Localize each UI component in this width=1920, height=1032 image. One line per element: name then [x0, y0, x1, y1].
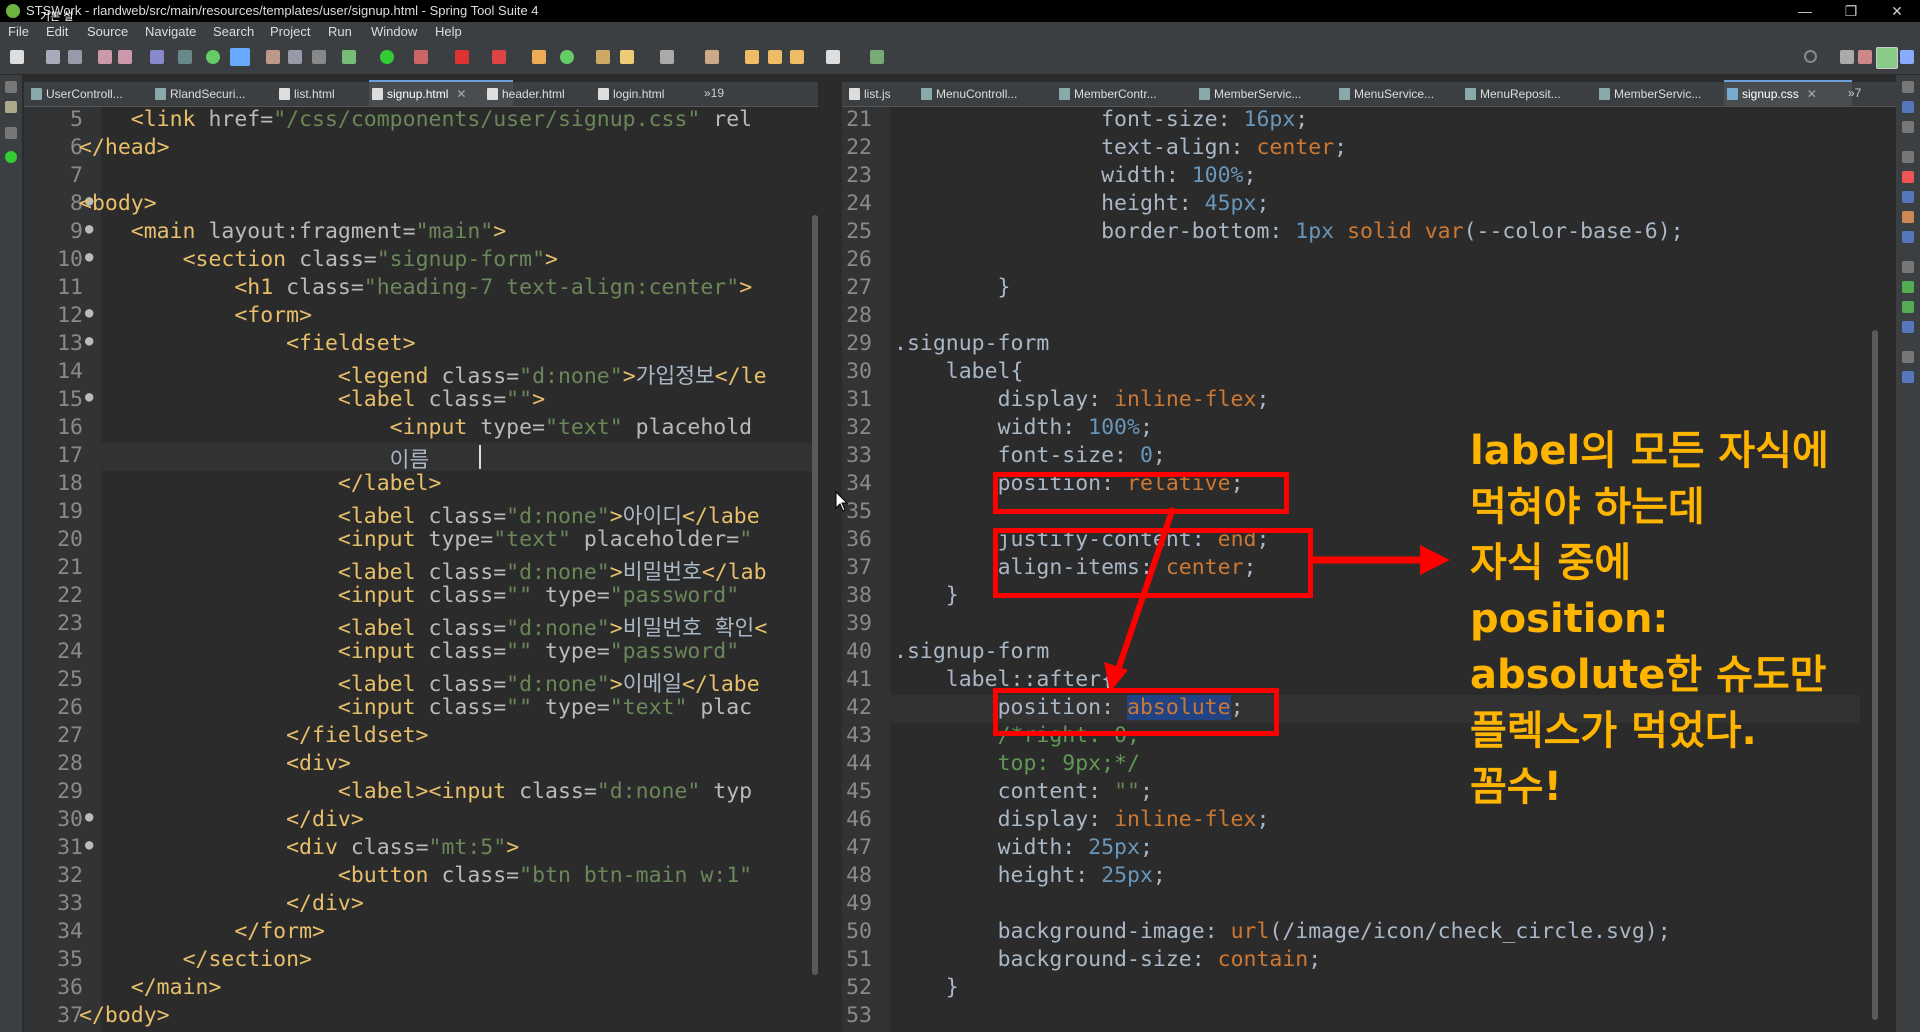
annotation-note: label의 모든 자식에먹혀야 하는데자식 중에 position: absolu… [1470, 423, 1829, 815]
annotation-line: 먹혀야 하는데 [1470, 484, 1705, 530]
annotation-line: 플렉스가 먹었다. [1470, 708, 1757, 754]
annotation-line: 자식 중에 [1470, 540, 1632, 586]
annotation-line: absolute한 슈도만 [1470, 652, 1827, 698]
annotation-line: 꼼수! [1470, 764, 1562, 810]
annotation-line: position: [1470, 596, 1669, 642]
arrow-down-head [1104, 662, 1128, 692]
arrow-down-line [1115, 507, 1176, 671]
annotation-line: label의 모든 자식에 [1470, 428, 1829, 474]
arrow-to-note-head [1420, 545, 1450, 575]
mouse-pointer-icon [835, 491, 849, 512]
